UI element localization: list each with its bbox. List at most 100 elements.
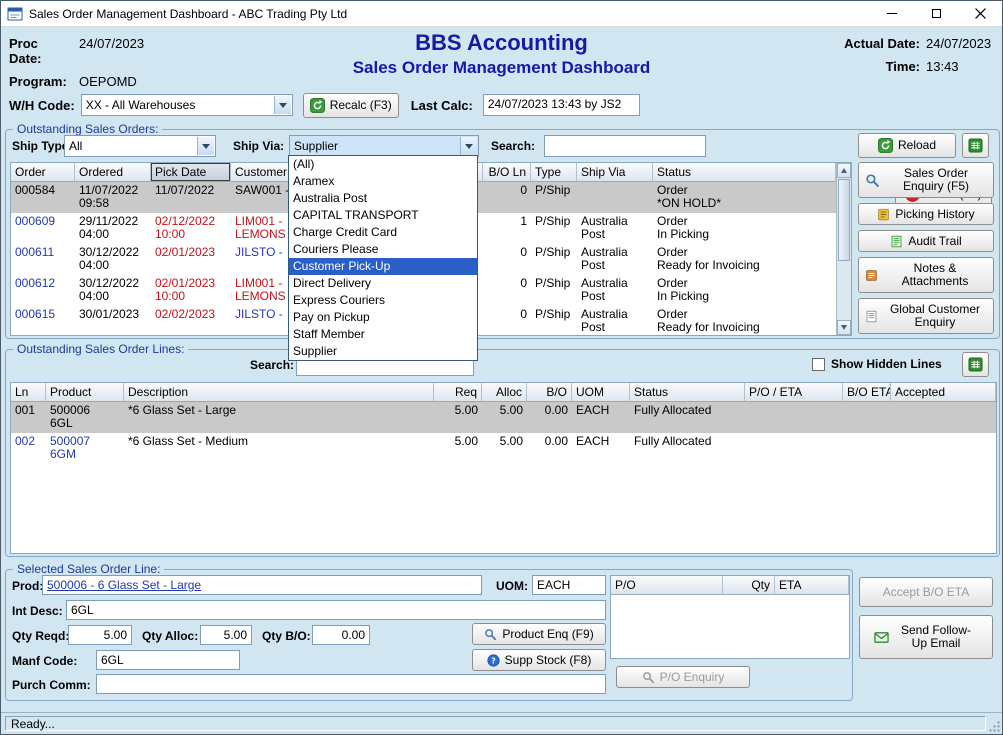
wh-code-select[interactable]: XX - All Warehouses	[81, 94, 293, 116]
ship-via-cell: Australia Post	[577, 306, 653, 336]
notes-attachments-button[interactable]: Notes & Attachments	[858, 257, 994, 293]
dropdown-option[interactable]: Direct Delivery	[289, 275, 477, 292]
col-po-eta[interactable]: P/O / ETA	[745, 383, 843, 402]
ordered-cell: 29/11/2022 04:00	[75, 213, 151, 244]
scroll-up-button[interactable]	[837, 163, 851, 178]
qty-reqd-field: 5.00	[68, 625, 132, 645]
dropdown-option[interactable]: Couriers Please	[289, 241, 477, 258]
dropdown-option-highlighted[interactable]: Customer Pick-Up	[289, 258, 477, 275]
picking-history-button[interactable]: Picking History	[858, 203, 994, 225]
page-title: BBS Accounting	[201, 30, 802, 56]
col-type[interactable]: Type	[531, 163, 577, 182]
search-icon	[642, 671, 655, 684]
ordered-cell: 30/12/2022 04:00	[75, 244, 151, 275]
selected-section-title: Selected Sales Order Line:	[13, 562, 164, 576]
col-uom[interactable]: UOM	[572, 383, 630, 402]
col-accepted[interactable]: Accepted	[891, 383, 996, 402]
col-ordered[interactable]: Ordered	[75, 163, 151, 182]
header-center: BBS Accounting Sales Order Management Da…	[201, 30, 802, 80]
bo-eta-cell	[843, 433, 891, 464]
ship-via-select[interactable]: Supplier	[289, 135, 479, 157]
col-order[interactable]: Order	[11, 163, 75, 182]
list-item[interactable]: 002 500007 6GM *6 Glass Set - Medium 5.0…	[11, 433, 996, 464]
col-line-status[interactable]: Status	[630, 383, 745, 402]
dropdown-option[interactable]: Staff Member	[289, 326, 477, 343]
resize-grip[interactable]	[988, 720, 1001, 733]
dropdown-option[interactable]: (All)	[289, 156, 477, 173]
ship-via-dropdown: (All) Aramex Australia Post CAPITAL TRAN…	[288, 155, 478, 361]
qty-reqd-label: Qty Reqd:	[12, 629, 69, 643]
product-link[interactable]: 500006 - 6 Glass Set - Large	[47, 578, 201, 592]
po-header-row: P/O Qty ETA	[611, 576, 849, 595]
question-icon: ?	[487, 654, 500, 667]
lines-export-button[interactable]	[962, 352, 989, 377]
accepted-cell	[891, 402, 996, 433]
po-eta-cell	[745, 402, 843, 433]
maximize-button[interactable]	[914, 1, 958, 26]
recalc-button[interactable]: Recalc (F3)	[303, 93, 399, 118]
uom-label: UOM:	[496, 579, 528, 593]
order-cell: 000615	[11, 306, 75, 336]
program-value: OEPOMD	[79, 74, 144, 89]
last-calc-field: 24/07/2023 13:43 by JS2	[483, 94, 640, 116]
orders-scrollbar[interactable]	[836, 163, 851, 335]
col-bo[interactable]: B/O	[527, 383, 572, 402]
list-item[interactable]: 001 500006 6GL *6 Glass Set - Large 5.00…	[11, 402, 996, 433]
status-cell: Order In Picking	[653, 213, 836, 244]
order-cell: 000609	[11, 213, 75, 244]
bo-ln-cell: 0	[483, 182, 531, 213]
window-controls	[870, 1, 1002, 26]
lines-section: Outstanding Sales Order Lines: Search: S…	[5, 349, 1000, 557]
audit-trail-label: Audit Trail	[908, 235, 961, 248]
send-followup-email-button[interactable]: Send Follow-Up Email	[859, 615, 993, 659]
purch-comm-field	[96, 674, 606, 694]
header-left: Proc Date: 24/07/2023 Program: OEPOMD	[9, 36, 144, 89]
dropdown-option[interactable]: Australia Post	[289, 190, 477, 207]
sales-order-enquiry-button[interactable]: Sales Order Enquiry (F5)	[858, 162, 994, 198]
col-bo-eta[interactable]: B/O ETA	[843, 383, 891, 402]
actual-date-value: 24/07/2023	[926, 36, 992, 51]
col-status[interactable]: Status	[653, 163, 836, 182]
reload-button[interactable]: Reload	[858, 133, 956, 158]
col-alloc[interactable]: Alloc	[482, 383, 527, 402]
col-description[interactable]: Description	[124, 383, 434, 402]
dropdown-option[interactable]: CAPITAL TRANSPORT	[289, 207, 477, 224]
pick-date-cell: 02/01/2023 10:00	[151, 275, 231, 306]
col-req[interactable]: Req	[434, 383, 482, 402]
col-bo-ln[interactable]: B/O Ln	[483, 163, 531, 182]
titlebar: Sales Order Management Dashboard - ABC T…	[1, 1, 1002, 27]
show-hidden-lines-checkbox[interactable]	[812, 358, 825, 371]
export-grid-icon	[968, 138, 983, 153]
minimize-button[interactable]	[870, 1, 914, 26]
orders-search-input[interactable]	[544, 135, 706, 157]
last-calc-label: Last Calc:	[411, 98, 473, 113]
orders-export-button[interactable]	[962, 133, 989, 158]
picking-history-label: Picking History	[895, 208, 974, 221]
col-ln[interactable]: Ln	[11, 383, 46, 402]
accept-bo-eta-button[interactable]: Accept B/O ETA	[859, 577, 993, 607]
window-title: Sales Order Management Dashboard - ABC T…	[29, 7, 347, 21]
dropdown-option[interactable]: Pay on Pickup	[289, 309, 477, 326]
audit-trail-button[interactable]: Audit Trail	[858, 230, 994, 252]
ship-via-label: Ship Via:	[233, 139, 284, 153]
dropdown-option[interactable]: Supplier	[289, 343, 477, 360]
col-product[interactable]: Product	[46, 383, 124, 402]
scroll-down-button[interactable]	[837, 320, 851, 335]
product-enq-button[interactable]: Product Enq (F9)	[472, 623, 606, 645]
ship-type-select[interactable]: All	[64, 135, 216, 157]
lines-table: Ln Product Description Req Alloc B/O UOM…	[10, 382, 997, 554]
dropdown-option[interactable]: Express Couriers	[289, 292, 477, 309]
dropdown-option[interactable]: Aramex	[289, 173, 477, 190]
supp-stock-button[interactable]: ? Supp Stock (F8)	[472, 649, 606, 671]
program-label: Program:	[9, 74, 73, 89]
col-ship-via[interactable]: Ship Via	[577, 163, 653, 182]
product-cell: 500007 6GM	[46, 433, 124, 464]
scroll-up-icon	[841, 168, 847, 173]
supp-stock-label: Supp Stock (F8)	[505, 654, 592, 667]
po-enquiry-button[interactable]: P/O Enquiry	[616, 666, 750, 688]
col-pick-date[interactable]: Pick Date	[151, 163, 231, 182]
global-customer-enquiry-button[interactable]: Global Customer Enquiry	[858, 298, 994, 334]
dropdown-option[interactable]: Charge Credit Card	[289, 224, 477, 241]
scroll-thumb[interactable]	[838, 179, 850, 261]
close-window-button[interactable]	[958, 1, 1002, 26]
